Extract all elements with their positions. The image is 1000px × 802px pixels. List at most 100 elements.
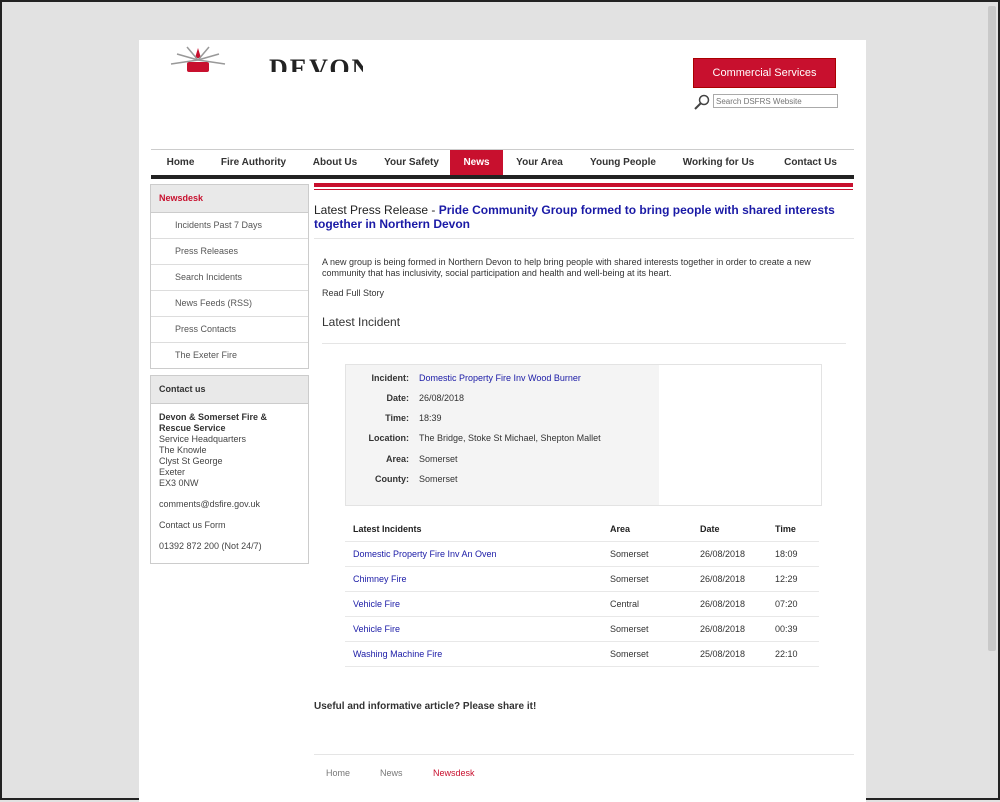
divider: [314, 238, 854, 239]
contact-org-name: Devon & Somerset Fire & Rescue Service: [159, 412, 268, 433]
breadcrumb-newsdesk[interactable]: Newsdesk: [433, 768, 475, 778]
contact-box: Contact us Devon & Somerset Fire & Rescu…: [150, 375, 309, 564]
logo-text: DEVON &: [269, 54, 363, 72]
divider: [314, 754, 854, 755]
content-top-bar: [314, 183, 853, 187]
page: DEVON & Commercial Services Home Fire Au…: [139, 40, 866, 802]
search-icon[interactable]: [693, 94, 711, 110]
latest-incident-heading: Latest Incident: [322, 315, 401, 329]
address-line: EX3 0NW: [159, 478, 199, 488]
incident-time: 00:39: [775, 624, 798, 634]
incident-title-link[interactable]: Domestic Property Fire Inv Wood Burner: [419, 373, 581, 383]
main-nav: Home Fire Authority About Us Your Safety…: [151, 150, 854, 175]
contact-details: Devon & Somerset Fire & Rescue Service S…: [151, 404, 308, 560]
incident-area: Somerset: [419, 454, 458, 464]
column-header: Date: [700, 524, 720, 534]
press-release-heading: Latest Press Release - Pride Community G…: [314, 203, 844, 231]
area-row: Area: Somerset: [346, 454, 659, 466]
table-row: Washing Machine Fire Somerset 25/08/2018…: [345, 642, 819, 667]
nav-working-for-us[interactable]: Working for Us: [670, 150, 767, 175]
sidebar-item-news-feeds[interactable]: News Feeds (RSS): [151, 291, 308, 317]
table-row: Vehicle Fire Somerset 26/08/2018 00:39: [345, 617, 819, 642]
column-header: Time: [775, 524, 796, 534]
location-row: Location: The Bridge, Stoke St Michael, …: [346, 433, 659, 445]
sidebar-item-search-incidents[interactable]: Search Incidents: [151, 265, 308, 291]
contact-form-link[interactable]: Contact us Form: [159, 520, 300, 531]
incident-time: 22:10: [775, 649, 798, 659]
incident-details: Incident: Domestic Property Fire Inv Woo…: [346, 365, 659, 505]
incident-link[interactable]: Vehicle Fire: [353, 617, 400, 641]
incident-area: Central: [610, 599, 640, 609]
nav-home[interactable]: Home: [151, 150, 210, 175]
time-row: Time: 18:39: [346, 413, 659, 425]
incident-date: 26/08/2018: [700, 549, 746, 559]
incident-date: 26/08/2018: [700, 599, 746, 609]
fire-service-crest-icon: [170, 46, 226, 72]
table-header-row: Latest Incidents Area Date Time: [345, 517, 819, 542]
contact-email-link[interactable]: comments@dsfire.gov.uk: [159, 499, 300, 510]
address-line: Service Headquarters: [159, 434, 247, 444]
sidebar-item-press-releases[interactable]: Press Releases: [151, 239, 308, 265]
address-line: The Knowle: [159, 445, 207, 455]
detail-label: Area:: [385, 454, 409, 464]
search-input[interactable]: [713, 94, 838, 108]
detail-label: Incident:: [371, 373, 410, 383]
incident-time: 12:29: [775, 574, 798, 584]
column-header: Area: [610, 524, 631, 534]
incident-link[interactable]: Domestic Property Fire Inv An Oven: [353, 542, 497, 566]
commercial-services-button[interactable]: Commercial Services: [693, 58, 836, 88]
incident-area: Somerset: [610, 624, 649, 634]
read-full-story-link[interactable]: Read Full Story: [322, 288, 384, 298]
incident-date: 26/08/2018: [700, 624, 746, 634]
nav-about-us[interactable]: About Us: [297, 150, 373, 175]
incident-link[interactable]: Chimney Fire: [353, 567, 407, 591]
latest-incidents-table: Latest Incidents Area Date Time Domestic…: [345, 517, 819, 667]
share-prompt: Useful and informative article? Please s…: [314, 701, 537, 712]
newsdesk-menu: Newsdesk Incidents Past 7 Days Press Rel…: [150, 184, 309, 369]
incident-link[interactable]: Washing Machine Fire: [353, 642, 442, 666]
contact-phone: 01392 872 200 (Not 24/7): [159, 541, 262, 551]
breadcrumb-home[interactable]: Home: [326, 768, 350, 778]
detail-label: Date:: [386, 393, 409, 403]
table-row: Chimney Fire Somerset 26/08/2018 12:29: [345, 567, 819, 592]
press-release-summary: A new group is being formed in Northern …: [322, 257, 811, 278]
column-header: Latest Incidents: [353, 524, 422, 534]
address-line: Exeter: [159, 467, 186, 477]
site-search: [693, 94, 838, 110]
content-top-line: [314, 189, 853, 190]
latest-incident-card: Incident: Domestic Property Fire Inv Woo…: [345, 364, 822, 506]
incident-date: 26/08/2018: [700, 574, 746, 584]
table-row: Domestic Property Fire Inv An Oven Somer…: [345, 542, 819, 567]
incident-row: Incident: Domestic Property Fire Inv Woo…: [346, 373, 659, 385]
incident-link[interactable]: Vehicle Fire: [353, 592, 400, 616]
detail-label: Location:: [368, 433, 410, 443]
sidebar-item-incidents-past-7-days[interactable]: Incidents Past 7 Days: [151, 213, 308, 239]
date-row: Date: 26/08/2018: [346, 393, 659, 405]
nav-your-safety[interactable]: Your Safety: [373, 150, 450, 175]
detail-label: County:: [375, 474, 409, 484]
county-row: County: Somerset: [346, 474, 659, 486]
nav-news[interactable]: News: [450, 150, 503, 175]
sidebar-item-exeter-fire[interactable]: The Exeter Fire: [151, 343, 308, 368]
breadcrumb-news[interactable]: News: [380, 768, 403, 778]
nav-your-area[interactable]: Your Area: [503, 150, 576, 175]
scrollbar-thumb[interactable]: [988, 6, 996, 651]
incident-area: Somerset: [610, 649, 649, 659]
nav-contact-us[interactable]: Contact Us: [767, 150, 854, 175]
incident-time: 07:20: [775, 599, 798, 609]
newsdesk-heading[interactable]: Newsdesk: [151, 185, 308, 213]
incident-date: 25/08/2018: [700, 649, 746, 659]
incident-time: 18:09: [775, 549, 798, 559]
nav-fire-authority[interactable]: Fire Authority: [210, 150, 297, 175]
contact-heading: Contact us: [151, 376, 308, 404]
table-row: Vehicle Fire Central 26/08/2018 07:20: [345, 592, 819, 617]
nav-young-people[interactable]: Young People: [576, 150, 670, 175]
incident-area: Somerset: [610, 549, 649, 559]
incident-area: Somerset: [610, 574, 649, 584]
incident-county: Somerset: [419, 474, 458, 484]
sidebar-item-press-contacts[interactable]: Press Contacts: [151, 317, 308, 343]
divider: [322, 343, 846, 344]
site-logo[interactable]: DEVON &: [163, 44, 363, 72]
incident-date: 26/08/2018: [419, 393, 465, 403]
incident-time: 18:39: [419, 413, 442, 423]
